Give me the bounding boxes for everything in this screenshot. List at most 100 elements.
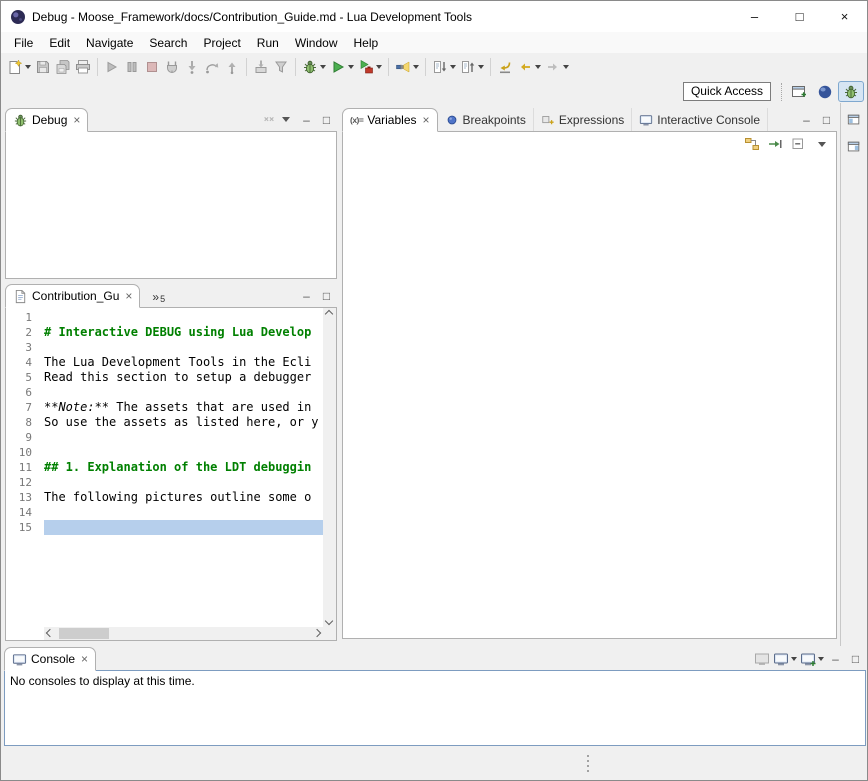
horizontal-scrollbar[interactable] xyxy=(44,627,323,640)
view-menu-icon[interactable] xyxy=(818,142,826,147)
close-tab-icon[interactable]: × xyxy=(125,289,132,303)
tab-breakpoints[interactable]: Breakpoints xyxy=(438,108,534,131)
previous-annotation-button[interactable] xyxy=(458,56,486,78)
scroll-left-icon[interactable] xyxy=(46,629,54,637)
step-return-button[interactable] xyxy=(222,56,242,78)
editor-line[interactable]: 12 xyxy=(6,475,323,490)
open-console-menu-icon[interactable] xyxy=(800,650,824,668)
debug-perspective-button[interactable] xyxy=(838,81,864,102)
run-dropdown-icon[interactable] xyxy=(348,65,354,69)
back-dropdown-icon[interactable] xyxy=(535,65,541,69)
maximize-view-icon[interactable]: □ xyxy=(818,111,835,129)
close-tab-icon[interactable]: × xyxy=(423,113,430,127)
open-console-dropdown-icon[interactable] xyxy=(818,657,824,661)
editor-line[interactable]: 3 xyxy=(6,340,323,355)
menu-run[interactable]: Run xyxy=(249,34,287,52)
display-selected-console-icon[interactable] xyxy=(773,650,797,668)
trim-drag-handle[interactable] xyxy=(587,755,589,772)
menu-edit[interactable]: Edit xyxy=(41,34,78,52)
debug-view-body[interactable] xyxy=(5,131,337,279)
editor-content[interactable]: 12# Interactive DEBUG using Lua Develop3… xyxy=(6,308,323,627)
ldt-perspective-button[interactable] xyxy=(812,81,838,102)
vertical-scrollbar[interactable] xyxy=(323,308,336,627)
restore-view-stack-icon[interactable] xyxy=(844,111,864,129)
editor-line[interactable]: 14 xyxy=(6,505,323,520)
scroll-up-icon[interactable] xyxy=(325,310,333,318)
display-console-dropdown-icon[interactable] xyxy=(791,657,797,661)
show-logical-structures-icon[interactable] xyxy=(744,136,760,152)
previous-annotation-dropdown-icon[interactable] xyxy=(478,65,484,69)
collapse-all-icon[interactable] xyxy=(790,136,806,152)
external-tools-button[interactable] xyxy=(356,56,384,78)
step-over-button[interactable] xyxy=(202,56,222,78)
terminate-button[interactable] xyxy=(142,56,162,78)
menu-help[interactable]: Help xyxy=(346,34,387,52)
scroll-down-icon[interactable] xyxy=(325,617,333,625)
tab-debug[interactable]: Debug × xyxy=(5,108,88,132)
show-type-names-icon[interactable] xyxy=(767,136,783,152)
run-button[interactable] xyxy=(328,56,356,78)
external-tools-dropdown-icon[interactable] xyxy=(376,65,382,69)
view-menu-icon[interactable] xyxy=(282,117,290,122)
menu-window[interactable]: Window xyxy=(287,34,346,52)
editor-line[interactable]: 6 xyxy=(6,385,323,400)
maximize-view-icon[interactable]: □ xyxy=(847,650,864,668)
maximize-window-button[interactable]: □ xyxy=(777,1,822,32)
disconnect-button[interactable] xyxy=(162,56,182,78)
tab-expressions[interactable]: Expressions xyxy=(534,108,632,131)
editor-line[interactable]: 10 xyxy=(6,445,323,460)
editor-line[interactable]: 13The following pictures outline some o xyxy=(6,490,323,505)
tab-interactive-console[interactable]: Interactive Console xyxy=(632,108,768,131)
tab-contribution-guide[interactable]: Contribution_Gu × xyxy=(5,284,140,308)
minimize-view-icon[interactable]: – xyxy=(827,650,844,668)
editor-line[interactable]: 4The Lua Development Tools in the Ecli xyxy=(6,355,323,370)
new-wizard-button[interactable] xyxy=(5,56,33,78)
editor-line[interactable]: 8So use the assets as listed here, or y xyxy=(6,415,323,430)
debug-dropdown-icon[interactable] xyxy=(320,65,326,69)
menu-navigate[interactable]: Navigate xyxy=(78,34,141,52)
editor-line[interactable]: 11## 1. Explanation of the LDT debuggin xyxy=(6,460,323,475)
search-dropdown-icon[interactable] xyxy=(413,65,419,69)
menu-search[interactable]: Search xyxy=(141,34,195,52)
restore-view-stack-icon[interactable] xyxy=(844,138,864,156)
next-annotation-button[interactable] xyxy=(430,56,458,78)
tab-console[interactable]: Console × xyxy=(4,647,96,671)
new-wizard-dropdown-icon[interactable] xyxy=(25,65,31,69)
back-button[interactable] xyxy=(515,56,543,78)
drop-to-frame-button[interactable] xyxy=(251,56,271,78)
last-edit-location-button[interactable] xyxy=(495,56,515,78)
resume-button[interactable] xyxy=(102,56,122,78)
forward-dropdown-icon[interactable] xyxy=(563,65,569,69)
scroll-right-icon[interactable] xyxy=(313,629,321,637)
minimize-view-icon[interactable]: – xyxy=(298,287,315,305)
close-tab-icon[interactable]: × xyxy=(73,113,80,127)
hidden-editors-chevron[interactable]: » 5 xyxy=(140,290,171,307)
open-perspective-button[interactable] xyxy=(786,81,812,102)
maximize-view-icon[interactable]: □ xyxy=(318,111,335,129)
tab-variables[interactable]: (x)= Variables × xyxy=(342,108,438,132)
close-window-button[interactable]: × xyxy=(822,1,867,32)
scrollbar-thumb[interactable] xyxy=(59,628,109,639)
print-button[interactable] xyxy=(73,56,93,78)
menu-project[interactable]: Project xyxy=(195,34,248,52)
step-into-button[interactable] xyxy=(182,56,202,78)
open-console-icon[interactable] xyxy=(753,650,770,668)
suspend-button[interactable] xyxy=(122,56,142,78)
editor-line[interactable]: 1 xyxy=(6,310,323,325)
search-button[interactable] xyxy=(393,56,421,78)
maximize-view-icon[interactable]: □ xyxy=(318,287,335,305)
use-step-filters-button[interactable] xyxy=(271,56,291,78)
close-tab-icon[interactable]: × xyxy=(81,652,88,666)
save-button[interactable] xyxy=(33,56,53,78)
console-body[interactable]: No consoles to display at this time. xyxy=(4,670,866,746)
editor-line[interactable]: 5Read this section to setup a debugger xyxy=(6,370,323,385)
editor-line[interactable]: 9 xyxy=(6,430,323,445)
debug-button[interactable] xyxy=(300,56,328,78)
remove-all-terminated-icon[interactable] xyxy=(260,111,277,129)
editor-line[interactable]: 15 xyxy=(6,520,323,535)
minimize-view-icon[interactable]: – xyxy=(798,111,815,129)
menu-file[interactable]: File xyxy=(6,34,41,52)
next-annotation-dropdown-icon[interactable] xyxy=(450,65,456,69)
minimize-view-icon[interactable]: – xyxy=(298,111,315,129)
save-all-button[interactable] xyxy=(53,56,73,78)
